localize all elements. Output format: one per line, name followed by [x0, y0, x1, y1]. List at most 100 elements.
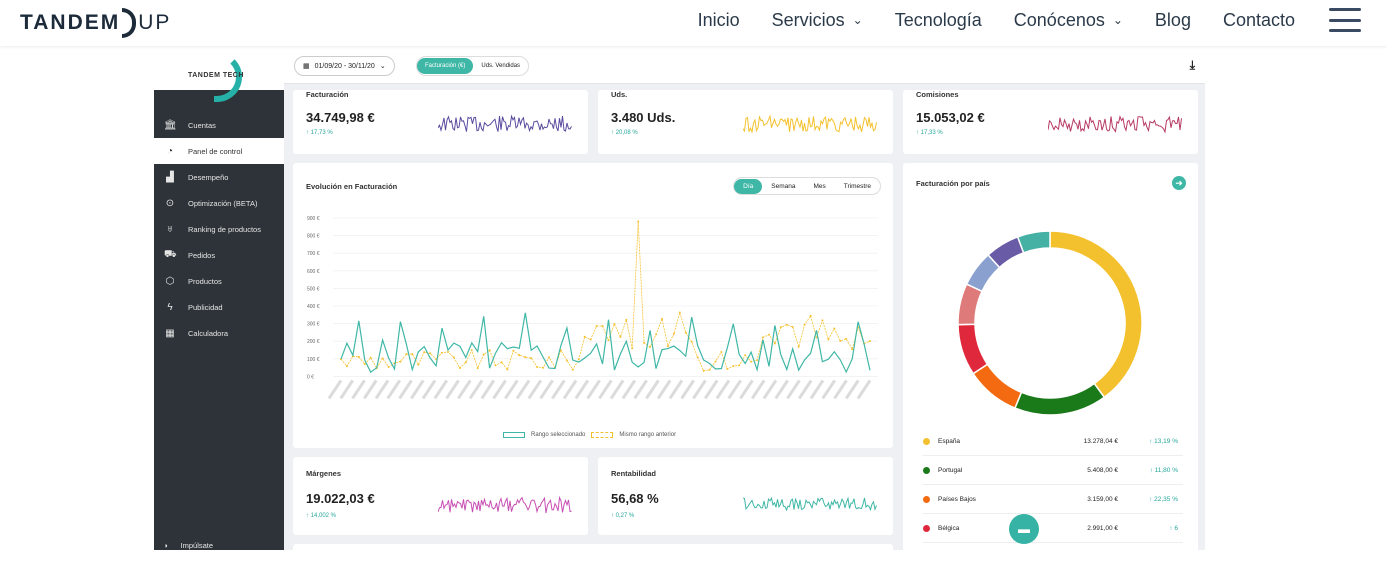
country-row: España 13.278,04 € ↑ 13,19 %	[923, 428, 1183, 456]
country-color-dot	[923, 525, 930, 532]
kpi-value: 34.749,98 €	[306, 110, 375, 125]
hamburger-menu-icon[interactable]	[1329, 8, 1361, 32]
legend-previous-swatch	[591, 432, 614, 438]
kpi-sparkline	[743, 114, 877, 134]
menu-item-label: Tecnología	[894, 9, 982, 30]
evolution-line-chart: 900 € 800 € 700 € 600 € 500 € 400 € 300 € 200 €…	[307, 216, 878, 400]
y-tick-label: 400 €	[307, 304, 320, 310]
bank-icon: 🏛	[164, 119, 177, 131]
country-row: Países Bajos 3.159,00 € ↑ 22,35 %	[923, 486, 1183, 514]
calendar-icon: ▦	[303, 63, 310, 70]
menu-item-contacto[interactable]: Contacto	[1223, 10, 1295, 31]
y-tick-label: 700 €	[307, 251, 320, 257]
kpi-title: Márgenes	[306, 469, 342, 478]
kpi-sparkline	[438, 114, 572, 133]
logo-light-text: UP	[138, 11, 172, 34]
menu-item-label: Conócenos	[1013, 9, 1105, 30]
site-logo[interactable]: TANDEM UP	[20, 6, 171, 40]
sidebar-item-ranking-de-productos[interactable]: ♅ Ranking de productos	[154, 216, 284, 242]
menu-item-label: Servicios	[771, 9, 845, 30]
box-icon: ⬡	[165, 275, 175, 287]
menu-item-servicios[interactable]: Servicios ⌄	[772, 10, 863, 31]
chevron-down-icon: ⌄	[379, 63, 386, 70]
menu-item-label: Contacto	[1222, 9, 1295, 30]
kpi-change: ↑ 14,002 %	[306, 513, 337, 519]
kpi-change: ↑ 17,73 %	[306, 130, 333, 136]
sidebar-item-publicidad[interactable]: ϟ Publicidad	[154, 294, 284, 320]
download-icon[interactable]: ⤓	[1190, 58, 1195, 73]
country-color-dot	[923, 467, 930, 474]
toggle-revenue[interactable]: Facturación (€)	[417, 58, 474, 74]
sidebar-item-cuentas[interactable]: 🏛 Cuentas	[154, 112, 284, 138]
sidebar-item-desempe-o[interactable]: ▟ Desempeño	[154, 164, 284, 190]
kpi-card: Facturación 34.749,98 € ↑ 17,73 %	[293, 90, 588, 154]
kpi-title: Uds.	[611, 90, 628, 99]
legend-selected-label: Rango seleccionado	[531, 432, 586, 438]
country-card: Facturación por país ➜ España 13.278,04 €…	[903, 163, 1198, 550]
country-value: 5.408,00 €	[1087, 467, 1118, 474]
legend-previous-label: Mismo rango anterior	[619, 432, 677, 438]
kpi-title: Facturación	[306, 90, 349, 99]
country-change: ↑ 13,19 %	[1149, 438, 1178, 445]
menu-item-inicio[interactable]: Inicio	[698, 10, 740, 31]
chevron-down-icon: ⌄	[852, 13, 863, 27]
country-row: Bélgica 2.991,00 € ↑ 6	[923, 515, 1183, 543]
menu-item-blog[interactable]: Blog	[1155, 10, 1191, 31]
y-tick-label: 200 €	[307, 339, 320, 345]
toolbar: ▦ 01/09/20 - 30/11/20 ⌄ Facturación (€) …	[284, 52, 1205, 84]
menu-item-conócenos[interactable]: Conócenos ⌄	[1014, 10, 1123, 31]
country-change: ↑ 11,80 %	[1149, 467, 1178, 474]
kpi-sparkline	[1048, 115, 1182, 134]
evolution-card: Evolución en Facturación Día Semana Mes Tri…	[293, 163, 893, 448]
truck-icon: ⛟	[164, 248, 177, 260]
sidebar-item-label: Productos	[188, 276, 222, 286]
country-name: Países Bajos	[938, 496, 976, 503]
chat-icon[interactable]: ▬	[1009, 514, 1039, 544]
sidebar-item-calculadora[interactable]: ▦ Calculadora	[154, 320, 284, 346]
country-row: Portugal 5.408,00 € ↑ 11,80 %	[923, 457, 1183, 485]
arrow-right-icon[interactable]: ➜	[1172, 176, 1186, 190]
y-tick-label: 800 €	[307, 234, 320, 240]
kpi-title: Comisiones	[916, 90, 959, 99]
sidebar-item-label: Panel de control	[188, 146, 243, 156]
country-name: Bélgica	[938, 525, 960, 532]
country-change: ↑ 22,35 %	[1149, 496, 1178, 503]
country-card-title: Facturación por país	[916, 179, 990, 188]
magnifier-icon: ⊙	[165, 197, 175, 209]
legend-selected-swatch	[503, 432, 525, 438]
y-tick-label: 900 €	[307, 216, 320, 222]
sidebar-item-panel-de-control[interactable]: ◔ Panel de control	[154, 138, 284, 164]
gauge-icon: ◔	[166, 145, 174, 157]
sidebar-footer[interactable]: ◗ Impúlsate	[164, 541, 213, 550]
menu-item-label: Inicio	[697, 9, 740, 30]
sidebar-item-optimizaci-n-beta-[interactable]: ⊙ Optimización (BETA)	[154, 190, 284, 216]
trophy-icon: ♅	[166, 223, 174, 235]
sidebar-item-label: Desempeño	[188, 172, 229, 182]
country-value: 3.159,00 €	[1087, 496, 1118, 503]
country-value: 2.991,00 €	[1087, 525, 1118, 532]
logo-arc-icon	[122, 8, 137, 38]
sidebar-footer-label: Impúlsate	[180, 541, 214, 550]
menu-item-tecnología[interactable]: Tecnología	[895, 10, 982, 31]
country-color-dot	[923, 496, 930, 503]
country-name: Portugal	[938, 467, 963, 474]
sidebar-item-pedidos[interactable]: ⛟ Pedidos	[154, 242, 284, 268]
y-tick-label: 500 €	[307, 286, 320, 292]
sidebar-item-label: Cuentas	[188, 120, 216, 130]
date-range-picker[interactable]: ▦ 01/09/20 - 30/11/20 ⌄	[294, 56, 395, 76]
y-tick-label: 0 €	[307, 374, 314, 380]
menu-item-label: Blog	[1154, 9, 1191, 30]
sidebar-item-productos[interactable]: ⬡ Productos	[154, 268, 284, 294]
country-change: ↑ 6	[1169, 525, 1178, 532]
country-value: 13.278,04 €	[1083, 438, 1118, 445]
chart-legend: Rango seleccionado Mismo rango anterior	[503, 432, 676, 438]
boost-icon: ◗	[164, 541, 169, 550]
y-tick-label: 300 €	[307, 322, 320, 328]
chevron-down-icon: ⌄	[1112, 13, 1123, 27]
toggle-units[interactable]: Uds. Vendidas	[473, 58, 528, 74]
app-logo: TANDEM TECH	[154, 52, 284, 102]
kpi-value: 3.480 Uds.	[611, 110, 676, 125]
kpi-change: ↑ 0,27 %	[611, 513, 635, 519]
logo-bold-text: TANDEM	[20, 11, 121, 34]
sidebar-item-label: Publicidad	[188, 302, 223, 312]
